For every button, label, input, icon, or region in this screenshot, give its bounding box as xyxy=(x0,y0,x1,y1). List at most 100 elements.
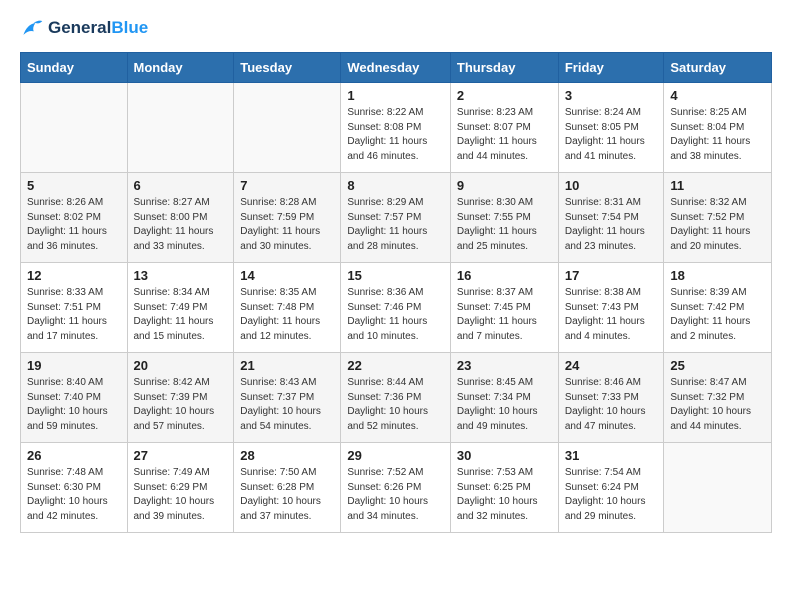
day-number: 27 xyxy=(134,448,228,463)
day-number: 30 xyxy=(457,448,552,463)
day-number: 24 xyxy=(565,358,658,373)
calendar-week-row: 19 Sunrise: 8:40 AM Sunset: 7:40 PM Dayli… xyxy=(21,353,772,443)
calendar-table: SundayMondayTuesdayWednesdayThursdayFrid… xyxy=(20,52,772,533)
day-info: Sunrise: 8:35 AM Sunset: 7:48 PM Dayligh… xyxy=(240,286,334,344)
day-info: Sunrise: 8:24 AM Sunset: 8:05 PM Dayligh… xyxy=(565,106,658,164)
day-number: 21 xyxy=(240,358,334,373)
calendar-cell: 25 Sunrise: 8:47 AM Sunset: 7:32 PM Dayli… xyxy=(664,353,772,443)
day-number: 17 xyxy=(565,268,658,283)
day-info: Sunrise: 8:29 AM Sunset: 7:57 PM Dayligh… xyxy=(347,196,444,254)
calendar-cell: 5 Sunrise: 8:26 AM Sunset: 8:02 PM Daylig… xyxy=(21,173,128,263)
day-number: 26 xyxy=(27,448,121,463)
calendar-cell xyxy=(21,83,128,173)
day-number: 14 xyxy=(240,268,334,283)
day-number: 22 xyxy=(347,358,444,373)
day-number: 6 xyxy=(134,178,228,193)
calendar-cell: 15 Sunrise: 8:36 AM Sunset: 7:46 PM Dayli… xyxy=(341,263,451,353)
day-number: 10 xyxy=(565,178,658,193)
calendar-cell: 3 Sunrise: 8:24 AM Sunset: 8:05 PM Daylig… xyxy=(558,83,664,173)
col-header-saturday: Saturday xyxy=(664,53,772,83)
calendar-cell: 10 Sunrise: 8:31 AM Sunset: 7:54 PM Dayli… xyxy=(558,173,664,263)
col-header-tuesday: Tuesday xyxy=(234,53,341,83)
day-number: 1 xyxy=(347,88,444,103)
logo-text: GeneralBlue xyxy=(48,18,148,38)
day-info: Sunrise: 8:38 AM Sunset: 7:43 PM Dayligh… xyxy=(565,286,658,344)
day-info: Sunrise: 7:52 AM Sunset: 6:26 PM Dayligh… xyxy=(347,466,444,524)
day-number: 5 xyxy=(27,178,121,193)
day-number: 29 xyxy=(347,448,444,463)
day-number: 18 xyxy=(670,268,765,283)
calendar-cell: 30 Sunrise: 7:53 AM Sunset: 6:25 PM Dayli… xyxy=(450,443,558,533)
col-header-thursday: Thursday xyxy=(450,53,558,83)
day-number: 9 xyxy=(457,178,552,193)
calendar-cell: 19 Sunrise: 8:40 AM Sunset: 7:40 PM Dayli… xyxy=(21,353,128,443)
day-info: Sunrise: 8:34 AM Sunset: 7:49 PM Dayligh… xyxy=(134,286,228,344)
day-info: Sunrise: 7:53 AM Sunset: 6:25 PM Dayligh… xyxy=(457,466,552,524)
calendar-week-row: 12 Sunrise: 8:33 AM Sunset: 7:51 PM Dayli… xyxy=(21,263,772,353)
col-header-wednesday: Wednesday xyxy=(341,53,451,83)
calendar-cell: 4 Sunrise: 8:25 AM Sunset: 8:04 PM Daylig… xyxy=(664,83,772,173)
calendar-week-row: 26Sunrise: 7:48 AM Sunset: 6:30 PM Dayli… xyxy=(21,443,772,533)
calendar-cell: 7 Sunrise: 8:28 AM Sunset: 7:59 PM Daylig… xyxy=(234,173,341,263)
day-number: 2 xyxy=(457,88,552,103)
day-number: 19 xyxy=(27,358,121,373)
day-number: 8 xyxy=(347,178,444,193)
day-info: Sunrise: 7:50 AM Sunset: 6:28 PM Dayligh… xyxy=(240,466,334,524)
calendar-cell: 8 Sunrise: 8:29 AM Sunset: 7:57 PM Daylig… xyxy=(341,173,451,263)
day-info: Sunrise: 8:40 AM Sunset: 7:40 PM Dayligh… xyxy=(27,376,121,434)
col-header-monday: Monday xyxy=(127,53,234,83)
day-info: Sunrise: 8:43 AM Sunset: 7:37 PM Dayligh… xyxy=(240,376,334,434)
calendar-cell: 22Sunrise: 8:44 AM Sunset: 7:36 PM Dayli… xyxy=(341,353,451,443)
day-info: Sunrise: 8:37 AM Sunset: 7:45 PM Dayligh… xyxy=(457,286,552,344)
day-info: Sunrise: 8:27 AM Sunset: 8:00 PM Dayligh… xyxy=(134,196,228,254)
day-number: 13 xyxy=(134,268,228,283)
calendar-cell: 20Sunrise: 8:42 AM Sunset: 7:39 PM Dayli… xyxy=(127,353,234,443)
page: GeneralBlue SundayMondayTuesdayWednesday… xyxy=(0,0,792,553)
calendar-cell: 31 Sunrise: 7:54 AM Sunset: 6:24 PM Dayli… xyxy=(558,443,664,533)
day-info: Sunrise: 8:45 AM Sunset: 7:34 PM Dayligh… xyxy=(457,376,552,434)
day-number: 3 xyxy=(565,88,658,103)
calendar-cell: 28Sunrise: 7:50 AM Sunset: 6:28 PM Dayli… xyxy=(234,443,341,533)
day-number: 11 xyxy=(670,178,765,193)
day-info: Sunrise: 8:39 AM Sunset: 7:42 PM Dayligh… xyxy=(670,286,765,344)
day-info: Sunrise: 7:49 AM Sunset: 6:29 PM Dayligh… xyxy=(134,466,228,524)
day-number: 12 xyxy=(27,268,121,283)
calendar-cell: 12 Sunrise: 8:33 AM Sunset: 7:51 PM Dayli… xyxy=(21,263,128,353)
day-info: Sunrise: 8:47 AM Sunset: 7:32 PM Dayligh… xyxy=(670,376,765,434)
day-info: Sunrise: 8:30 AM Sunset: 7:55 PM Dayligh… xyxy=(457,196,552,254)
calendar-cell: 27 Sunrise: 7:49 AM Sunset: 6:29 PM Dayli… xyxy=(127,443,234,533)
day-number: 25 xyxy=(670,358,765,373)
calendar-cell xyxy=(127,83,234,173)
calendar-cell xyxy=(234,83,341,173)
calendar-cell: 1 Sunrise: 8:22 AM Sunset: 8:08 PM Daylig… xyxy=(341,83,451,173)
day-info: Sunrise: 8:46 AM Sunset: 7:33 PM Dayligh… xyxy=(565,376,658,434)
day-number: 15 xyxy=(347,268,444,283)
day-info: Sunrise: 8:36 AM Sunset: 7:46 PM Dayligh… xyxy=(347,286,444,344)
day-info: Sunrise: 7:54 AM Sunset: 6:24 PM Dayligh… xyxy=(565,466,658,524)
calendar-week-row: 5 Sunrise: 8:26 AM Sunset: 8:02 PM Daylig… xyxy=(21,173,772,263)
day-info: Sunrise: 8:22 AM Sunset: 8:08 PM Dayligh… xyxy=(347,106,444,164)
calendar-cell: 6 Sunrise: 8:27 AM Sunset: 8:00 PM Daylig… xyxy=(127,173,234,263)
logo-bird-icon xyxy=(20,16,44,40)
day-number: 31 xyxy=(565,448,658,463)
day-number: 7 xyxy=(240,178,334,193)
day-number: 4 xyxy=(670,88,765,103)
calendar-cell xyxy=(664,443,772,533)
day-info: Sunrise: 8:25 AM Sunset: 8:04 PM Dayligh… xyxy=(670,106,765,164)
calendar-cell: 11Sunrise: 8:32 AM Sunset: 7:52 PM Dayli… xyxy=(664,173,772,263)
day-info: Sunrise: 8:26 AM Sunset: 8:02 PM Dayligh… xyxy=(27,196,121,254)
day-number: 20 xyxy=(134,358,228,373)
col-header-friday: Friday xyxy=(558,53,664,83)
calendar-cell: 29 Sunrise: 7:52 AM Sunset: 6:26 PM Dayli… xyxy=(341,443,451,533)
header: GeneralBlue xyxy=(20,16,772,40)
day-number: 23 xyxy=(457,358,552,373)
calendar-cell: 14 Sunrise: 8:35 AM Sunset: 7:48 PM Dayli… xyxy=(234,263,341,353)
day-info: Sunrise: 8:28 AM Sunset: 7:59 PM Dayligh… xyxy=(240,196,334,254)
day-info: Sunrise: 8:33 AM Sunset: 7:51 PM Dayligh… xyxy=(27,286,121,344)
calendar-cell: 9 Sunrise: 8:30 AM Sunset: 7:55 PM Daylig… xyxy=(450,173,558,263)
calendar-cell: 16Sunrise: 8:37 AM Sunset: 7:45 PM Dayli… xyxy=(450,263,558,353)
logo: GeneralBlue xyxy=(20,16,148,40)
day-info: Sunrise: 8:31 AM Sunset: 7:54 PM Dayligh… xyxy=(565,196,658,254)
day-info: Sunrise: 8:23 AM Sunset: 8:07 PM Dayligh… xyxy=(457,106,552,164)
calendar-cell: 24 Sunrise: 8:46 AM Sunset: 7:33 PM Dayli… xyxy=(558,353,664,443)
